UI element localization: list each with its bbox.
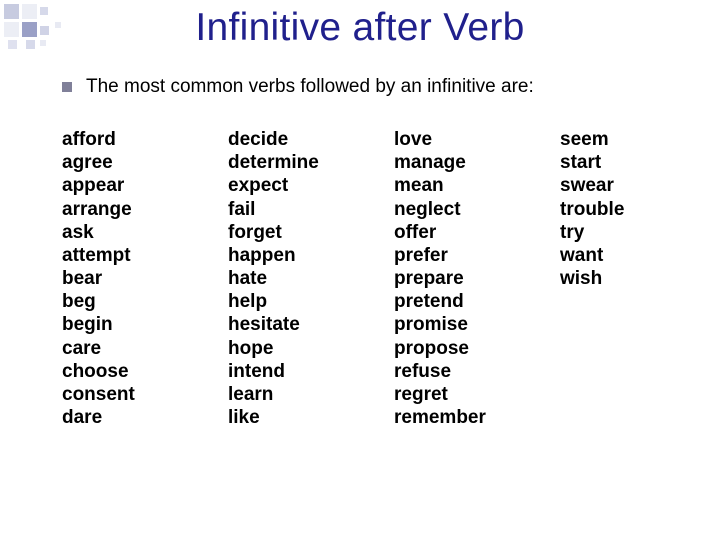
verb-word: beg (62, 290, 172, 313)
verb-word: pretend (394, 290, 504, 313)
slide-title: Infinitive after Verb (0, 0, 720, 50)
verb-word: regret (394, 383, 504, 406)
verb-word: wish (560, 267, 670, 290)
verb-word: choose (62, 360, 172, 383)
verb-word: promise (394, 313, 504, 336)
verb-word: like (228, 406, 338, 429)
verb-word: remember (394, 406, 504, 429)
verb-word: decide (228, 128, 338, 151)
verb-word: expect (228, 174, 338, 197)
verb-word: intend (228, 360, 338, 383)
verb-word: prefer (394, 244, 504, 267)
verb-word: neglect (394, 198, 504, 221)
verb-word: mean (394, 174, 504, 197)
subtitle-text: The most common verbs followed by an inf… (86, 76, 534, 98)
verb-word: hesitate (228, 313, 338, 336)
verb-word: hope (228, 337, 338, 360)
verb-word: appear (62, 174, 172, 197)
verb-word: fail (228, 198, 338, 221)
verb-word: arrange (62, 198, 172, 221)
verb-word: swear (560, 174, 670, 197)
verb-word: hate (228, 267, 338, 290)
square-bullet-icon (62, 82, 72, 92)
verb-word: prepare (394, 267, 504, 290)
subtitle-row: The most common verbs followed by an inf… (0, 76, 720, 98)
verb-word: attempt (62, 244, 172, 267)
verb-word: trouble (560, 198, 670, 221)
verb-word: learn (228, 383, 338, 406)
verb-word: manage (394, 151, 504, 174)
verb-word: refuse (394, 360, 504, 383)
verb-word: dare (62, 406, 172, 429)
verb-word: try (560, 221, 670, 244)
verb-word: forget (228, 221, 338, 244)
verb-word: love (394, 128, 504, 151)
verb-word: propose (394, 337, 504, 360)
verb-word: happen (228, 244, 338, 267)
verb-word: agree (62, 151, 172, 174)
verb-word: seem (560, 128, 670, 151)
verb-word: begin (62, 313, 172, 336)
verb-word: offer (394, 221, 504, 244)
verb-word: determine (228, 151, 338, 174)
verb-column-1: affordagreeappeararrangeaskattemptbearbe… (62, 128, 172, 429)
verb-column-4: seemstartsweartroubletrywantwish (560, 128, 670, 429)
verb-word: start (560, 151, 670, 174)
verb-word: want (560, 244, 670, 267)
verb-word: help (228, 290, 338, 313)
verb-column-3: lovemanagemeanneglectofferpreferpreparep… (394, 128, 504, 429)
verb-word: consent (62, 383, 172, 406)
verb-word: ask (62, 221, 172, 244)
verb-word: care (62, 337, 172, 360)
verb-columns: affordagreeappeararrangeaskattemptbearbe… (0, 128, 720, 429)
verb-word: bear (62, 267, 172, 290)
verb-column-2: decidedetermineexpectfailforgethappenhat… (228, 128, 338, 429)
verb-word: afford (62, 128, 172, 151)
